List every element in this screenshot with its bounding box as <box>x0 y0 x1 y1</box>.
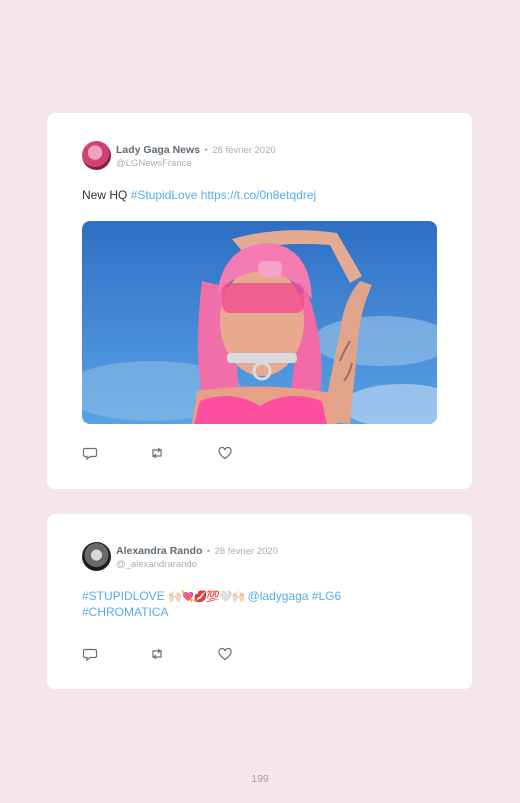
avatar[interactable] <box>82 141 111 170</box>
reply-icon[interactable] <box>82 445 98 461</box>
hashtag-link[interactable]: #CHROMATICA <box>82 605 168 619</box>
avatar[interactable] <box>82 542 111 571</box>
tweet-text: New HQ #StupidLove https://t.co/0n8etqdr… <box>82 188 442 203</box>
author-handle[interactable]: @LGNewsFrance <box>116 158 276 170</box>
tweet-date[interactable]: 28 février 2020 <box>212 145 275 156</box>
tweet-actions <box>82 445 282 461</box>
like-icon[interactable] <box>217 646 233 662</box>
tweet-header: Alexandra Rando • 28 février 2020 @_alex… <box>116 544 278 571</box>
author-name[interactable]: Alexandra Rando <box>116 545 202 557</box>
retweet-icon[interactable] <box>149 445 165 461</box>
tweet-card: Alexandra Rando • 28 février 2020 @_alex… <box>47 514 472 689</box>
like-icon[interactable] <box>217 445 233 461</box>
hashtag-link[interactable]: #STUPIDLOVE <box>82 589 165 603</box>
photo-illustration <box>82 221 437 424</box>
tweet-text: #STUPIDLOVE 🙌🏻💘💋💯🤍🙌🏻 @ladygaga #LG6 #CHRO… <box>82 589 442 620</box>
tweet-actions <box>82 646 282 662</box>
emoji-sequence: 🙌🏻💘💋💯🤍🙌🏻 <box>168 591 245 603</box>
mention-link[interactable]: @ladygaga <box>248 589 309 603</box>
author-handle[interactable]: @_alexandrarando <box>116 559 278 571</box>
hashtag-link[interactable]: #LG6 <box>312 589 341 603</box>
tweet-photo[interactable] <box>82 221 437 424</box>
separator: • <box>204 145 208 156</box>
reply-icon[interactable] <box>82 646 98 662</box>
tweet-date[interactable]: 28 février 2020 <box>215 546 278 557</box>
page-number: 199 <box>251 773 269 785</box>
retweet-icon[interactable] <box>149 646 165 662</box>
separator: • <box>206 546 211 557</box>
author-name[interactable]: Lady Gaga News <box>116 144 200 156</box>
hashtag-link[interactable]: #StupidLove <box>131 188 198 202</box>
tweet-header: Lady Gaga News • 28 février 2020 @LGNews… <box>116 143 276 170</box>
tweet-text-plain: New HQ <box>82 188 131 202</box>
tweet-card: Lady Gaga News • 28 février 2020 @LGNews… <box>47 113 472 489</box>
url-link[interactable]: https://t.co/0n8etqdrej <box>201 188 316 202</box>
